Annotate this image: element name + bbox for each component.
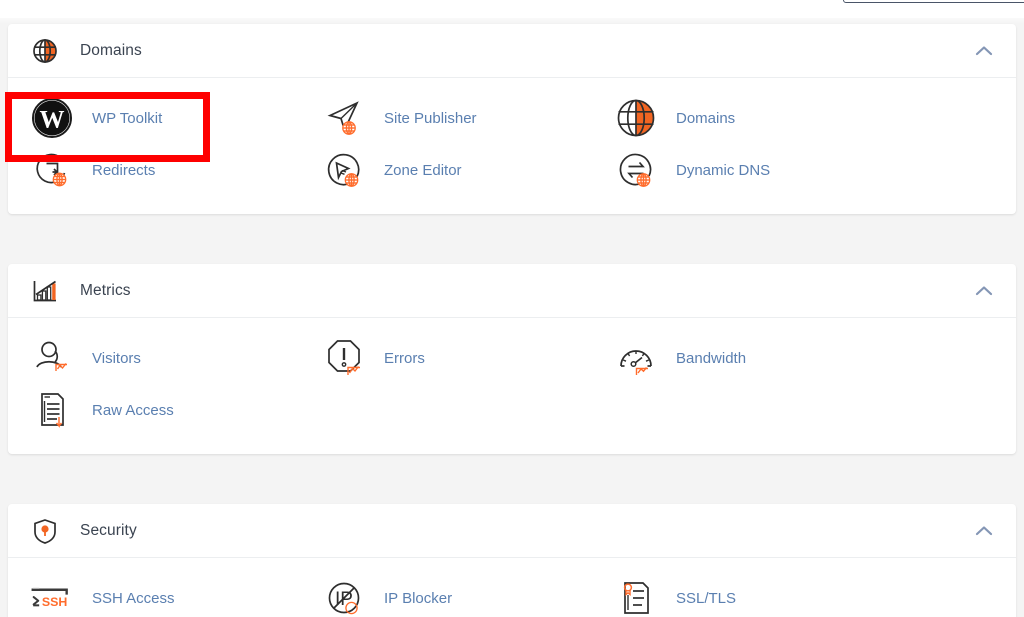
- globe-icon: [30, 36, 60, 66]
- tile-dynamic-dns[interactable]: Dynamic DNS: [614, 144, 892, 196]
- paper-plane-globe-icon: [322, 96, 366, 140]
- search-input[interactable]: [843, 0, 1024, 3]
- section-title: Domains: [80, 41, 142, 59]
- tile-ip-blocker[interactable]: IP IP Blocker: [322, 572, 600, 617]
- visitors-icon: [30, 336, 74, 380]
- tile-label: Errors: [384, 349, 425, 367]
- tile-label: Zone Editor: [384, 161, 462, 179]
- section-body-metrics: Visitors Errors Bandwidth Raw Access: [8, 318, 1016, 454]
- section-body-security: SSH SSH Access IP IP Blocker SSL/TLS: [8, 558, 1016, 617]
- tile-label: Domains: [676, 109, 736, 127]
- bandwidth-icon: [614, 336, 658, 380]
- zone-editor-icon: [322, 148, 366, 192]
- tile-label: WP Toolkit: [92, 109, 163, 127]
- tile-label: Visitors: [92, 349, 141, 367]
- svg-text:W: W: [40, 107, 65, 134]
- ssh-terminal-icon: SSH: [30, 576, 74, 617]
- top-bar: [0, 0, 1024, 18]
- section-card-metrics: Metrics Visitors Errors Bandwidth Raw Ac…: [8, 264, 1016, 454]
- tile-ssl-tls[interactable]: SSL/TLS: [614, 572, 892, 617]
- section-header-security[interactable]: Security: [8, 504, 1016, 558]
- chevron-up-icon[interactable]: [966, 513, 1002, 549]
- redirect-globe-icon: [30, 148, 74, 192]
- tile-domains[interactable]: Domains: [614, 92, 892, 144]
- tile-label: SSH Access: [92, 589, 175, 607]
- tile-visitors[interactable]: Visitors: [30, 332, 308, 384]
- section-title: Metrics: [80, 281, 131, 299]
- section-body-domains: W WP Toolkit Site Publisher Domains Redi…: [8, 78, 1016, 214]
- tile-wp-toolkit[interactable]: W WP Toolkit: [30, 92, 308, 144]
- section-card-security: Security SSH SSH Access IP IP Blocker SS…: [8, 504, 1016, 617]
- dynamic-dns-icon: [614, 148, 658, 192]
- bar-chart-icon: [30, 276, 60, 306]
- svg-text:SSH: SSH: [42, 595, 67, 609]
- tile-redirects[interactable]: Redirects: [30, 144, 308, 196]
- tile-zone-editor[interactable]: Zone Editor: [322, 144, 600, 196]
- errors-icon: [322, 336, 366, 380]
- shield-icon: [30, 516, 60, 546]
- tile-raw-access[interactable]: Raw Access: [30, 384, 308, 436]
- tile-site-publisher[interactable]: Site Publisher: [322, 92, 600, 144]
- ssl-certificate-icon: [614, 576, 658, 617]
- tile-label: Site Publisher: [384, 109, 477, 127]
- section-title: Security: [80, 521, 137, 539]
- tile-label: IP Blocker: [384, 589, 453, 607]
- section-card-domains: Domains W WP Toolkit Site Publisher Doma…: [8, 24, 1016, 214]
- tile-label: Bandwidth: [676, 349, 747, 367]
- tile-label: Dynamic DNS: [676, 161, 771, 179]
- section-header-domains[interactable]: Domains: [8, 24, 1016, 78]
- tile-label: Redirects: [92, 161, 156, 179]
- ip-blocker-icon: IP: [322, 576, 366, 617]
- tile-label: Raw Access: [92, 401, 174, 419]
- tile-bandwidth[interactable]: Bandwidth: [614, 332, 892, 384]
- chevron-up-icon[interactable]: [966, 273, 1002, 309]
- globe-icon: [614, 96, 658, 140]
- chevron-up-icon[interactable]: [966, 33, 1002, 69]
- raw-access-icon: [30, 388, 74, 432]
- tile-ssh-access[interactable]: SSH SSH Access: [30, 572, 308, 617]
- cpanel-page: Domains W WP Toolkit Site Publisher Doma…: [0, 0, 1024, 617]
- tile-label: SSL/TLS: [676, 589, 737, 607]
- tile-errors[interactable]: Errors: [322, 332, 600, 384]
- wordpress-icon: W: [30, 96, 74, 140]
- section-header-metrics[interactable]: Metrics: [8, 264, 1016, 318]
